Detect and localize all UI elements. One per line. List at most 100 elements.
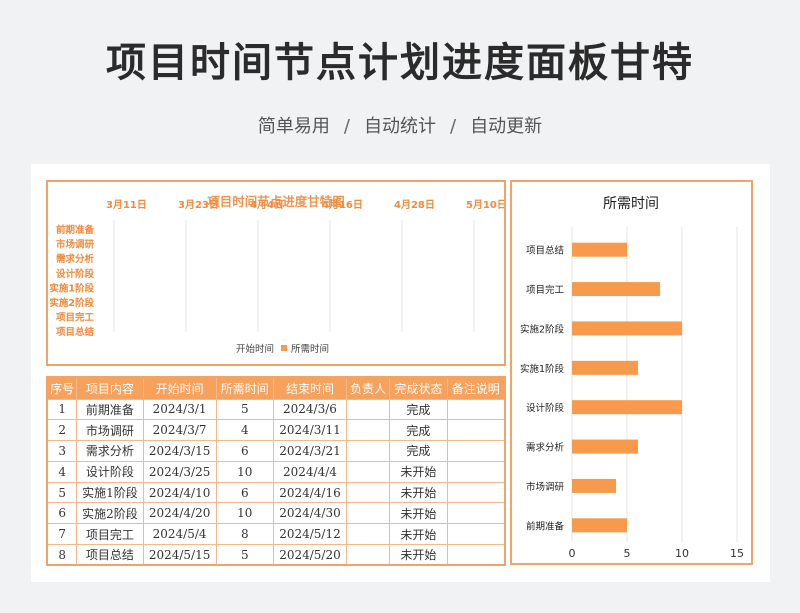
cell-index[interactable]: 5 — [46, 481, 78, 504]
duration-bar[interactable] — [572, 282, 660, 297]
duration-bar[interactable] — [572, 400, 682, 415]
cell-duration[interactable]: 5 — [215, 398, 274, 421]
table-row[interactable]: 2 市场调研 2024/3/7 4 2024/3/11 完成 — [46, 419, 506, 442]
cell-start[interactable]: 2024/5/15 — [142, 544, 217, 566]
cell-owner[interactable] — [346, 544, 391, 566]
table-row[interactable]: 5 实施1阶段 2024/4/10 6 2024/4/16 未开始 — [46, 481, 506, 504]
cell-duration[interactable]: 6 — [215, 440, 274, 462]
column-header-owner[interactable]: 负责人 — [346, 376, 391, 400]
subtitle-separator: / — [450, 116, 457, 137]
cell-status[interactable]: 未开始 — [389, 502, 448, 525]
cell-note[interactable] — [446, 440, 506, 462]
cell-task[interactable]: 市场调研 — [76, 419, 144, 442]
table-body: 1 前期准备 2024/3/1 5 2024/3/6 完成 2 市场调研 2024/3/7 4 20… — [46, 398, 506, 566]
cell-owner[interactable] — [346, 440, 391, 462]
cell-start[interactable]: 2024/3/25 — [142, 460, 217, 483]
column-header-note[interactable]: 备注说明 — [446, 376, 506, 400]
cell-end[interactable]: 2024/4/16 — [272, 481, 348, 504]
cell-status[interactable]: 未开始 — [389, 481, 448, 504]
gantt-date-label: 5月10日 — [466, 199, 504, 211]
cell-start[interactable]: 2024/5/4 — [142, 523, 217, 546]
table-row[interactable]: 4 设计阶段 2024/3/25 10 2024/4/4 未开始 — [46, 460, 506, 483]
cell-index[interactable]: 4 — [46, 460, 78, 483]
cell-end[interactable]: 2024/3/11 — [272, 419, 348, 442]
column-header-status[interactable]: 完成状态 — [389, 376, 448, 400]
duration-chart-panel[interactable]: 所需时间 0 5 10 15 项目总结 项目完工 实施2阶段 实施1阶段 设计阶段 需求分析 市场调研… — [510, 180, 753, 565]
cell-note[interactable] — [446, 502, 506, 525]
duration-bar[interactable] — [572, 360, 638, 375]
column-header-task[interactable]: 项目内容 — [76, 376, 144, 400]
y-category-label: 前期准备 — [526, 520, 565, 532]
column-header-end[interactable]: 结束时间 — [272, 376, 348, 400]
cell-note[interactable] — [446, 544, 506, 566]
cell-status[interactable]: 未开始 — [389, 523, 448, 546]
cell-duration[interactable]: 4 — [215, 419, 274, 442]
column-header-start[interactable]: 开始时间 — [142, 376, 217, 400]
duration-bar[interactable] — [572, 242, 627, 257]
cell-index[interactable]: 7 — [46, 523, 78, 546]
legend-duration-swatch — [281, 345, 287, 351]
cell-task[interactable]: 实施2阶段 — [76, 502, 144, 525]
column-header-duration[interactable]: 所需时间 — [215, 376, 274, 400]
cell-start[interactable]: 2024/3/15 — [142, 440, 217, 462]
cell-status[interactable]: 完成 — [389, 398, 448, 421]
cell-start[interactable]: 2024/3/1 — [142, 398, 217, 421]
table-row[interactable]: 7 项目完工 2024/5/4 8 2024/5/12 未开始 — [46, 523, 506, 546]
cell-duration[interactable]: 6 — [215, 481, 274, 504]
cell-index[interactable]: 1 — [46, 398, 78, 421]
cell-index[interactable]: 2 — [46, 419, 78, 442]
cell-owner[interactable] — [346, 502, 391, 525]
cell-note[interactable] — [446, 481, 506, 504]
cell-index[interactable]: 8 — [46, 544, 78, 566]
cell-status[interactable]: 完成 — [389, 440, 448, 462]
cell-start[interactable]: 2024/4/10 — [142, 481, 217, 504]
cell-index[interactable]: 3 — [46, 440, 78, 462]
cell-status[interactable]: 完成 — [389, 419, 448, 442]
cell-duration[interactable]: 5 — [215, 544, 274, 566]
cell-end[interactable]: 2024/4/30 — [272, 502, 348, 525]
cell-owner[interactable] — [346, 523, 391, 546]
cell-end[interactable]: 2024/5/12 — [272, 523, 348, 546]
duration-bar[interactable] — [572, 478, 616, 493]
cell-duration[interactable]: 10 — [215, 502, 274, 525]
cell-task[interactable]: 项目总结 — [76, 544, 144, 566]
cell-duration[interactable]: 8 — [215, 523, 274, 546]
cell-end[interactable]: 2024/4/4 — [272, 460, 348, 483]
cell-task[interactable]: 前期准备 — [76, 398, 144, 421]
cell-task[interactable]: 需求分析 — [76, 440, 144, 462]
subtitle-auto-update: 自动更新 — [470, 116, 543, 137]
cell-start[interactable]: 2024/3/7 — [142, 419, 217, 442]
cell-start[interactable]: 2024/4/20 — [142, 502, 217, 525]
cell-end[interactable]: 2024/3/6 — [272, 398, 348, 421]
duration-bar[interactable] — [572, 321, 682, 336]
cell-owner[interactable] — [346, 481, 391, 504]
cell-status[interactable]: 未开始 — [389, 460, 448, 483]
cell-status[interactable]: 未开始 — [389, 544, 448, 566]
y-category-label: 实施1阶段 — [520, 363, 565, 375]
cell-owner[interactable] — [346, 460, 391, 483]
cell-note[interactable] — [446, 523, 506, 546]
cell-note[interactable] — [446, 398, 506, 421]
duration-bar[interactable] — [572, 439, 638, 454]
cell-owner[interactable] — [346, 398, 391, 421]
duration-bar[interactable] — [572, 518, 627, 533]
cell-owner[interactable] — [346, 419, 391, 442]
cell-duration[interactable]: 10 — [215, 460, 274, 483]
cell-task[interactable]: 实施1阶段 — [76, 481, 144, 504]
table-row[interactable]: 6 实施2阶段 2024/4/20 10 2024/4/30 未开始 — [46, 502, 506, 525]
y-category-label: 实施2阶段 — [520, 323, 565, 335]
cell-end[interactable]: 2024/5/20 — [272, 544, 348, 566]
cell-note[interactable] — [446, 419, 506, 442]
cell-end[interactable]: 2024/3/21 — [272, 440, 348, 462]
cell-task[interactable]: 项目完工 — [76, 523, 144, 546]
cell-note[interactable] — [446, 460, 506, 483]
table-row[interactable]: 1 前期准备 2024/3/1 5 2024/3/6 完成 — [46, 398, 506, 421]
table-row[interactable]: 3 需求分析 2024/3/15 6 2024/3/21 完成 — [46, 440, 506, 462]
cell-task[interactable]: 设计阶段 — [76, 460, 144, 483]
y-category-label: 项目完工 — [526, 284, 565, 296]
cell-index[interactable]: 6 — [46, 502, 78, 525]
table-row[interactable]: 8 项目总结 2024/5/15 5 2024/5/20 未开始 — [46, 544, 506, 566]
gantt-category-label: 项目完工 — [56, 312, 95, 324]
column-header-index[interactable]: 序号 — [46, 376, 78, 400]
gantt-chart-panel[interactable]: 3月11日 3月23日 4月4日 4月16日 4月28日 5月10日 项目时间节点进度甘特图… — [46, 180, 506, 366]
